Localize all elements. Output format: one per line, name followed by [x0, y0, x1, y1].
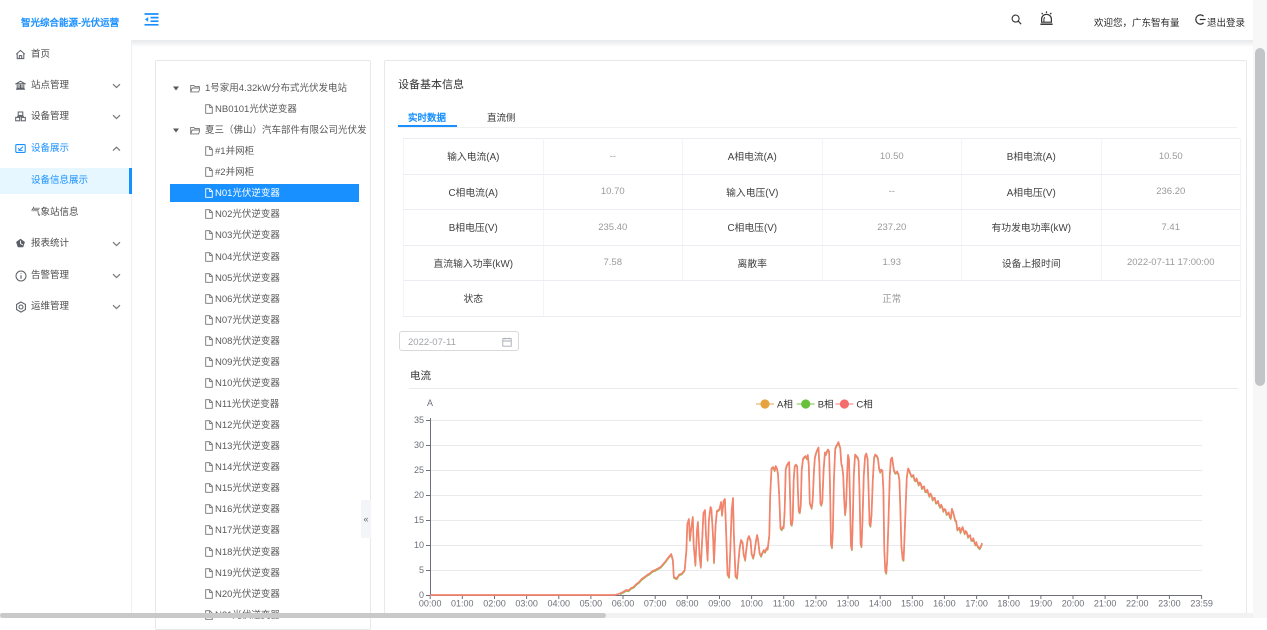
- svg-text:10:00: 10:00: [740, 599, 763, 609]
- svg-text:00:00: 00:00: [419, 599, 442, 609]
- svg-text:20:00: 20:00: [1062, 599, 1085, 609]
- svg-text:11:00: 11:00: [773, 599, 795, 609]
- svg-text:16:00: 16:00: [933, 599, 956, 609]
- svg-text:19:00: 19:00: [1030, 599, 1053, 609]
- svg-text:07:00: 07:00: [644, 599, 667, 609]
- svg-text:21:00: 21:00: [1094, 599, 1117, 609]
- svg-text:25: 25: [414, 465, 424, 475]
- svg-text:17:00: 17:00: [965, 599, 988, 609]
- svg-text:23:59: 23:59: [1190, 599, 1213, 609]
- svg-text:02:00: 02:00: [483, 599, 506, 609]
- svg-text:30: 30: [414, 440, 424, 450]
- svg-text:14:00: 14:00: [869, 599, 892, 609]
- svg-text:04:00: 04:00: [548, 599, 571, 609]
- svg-text:23:00: 23:00: [1158, 599, 1181, 609]
- svg-text:5: 5: [419, 565, 424, 575]
- svg-text:08:00: 08:00: [676, 599, 699, 609]
- svg-text:13:00: 13:00: [837, 599, 860, 609]
- svg-text:A: A: [427, 398, 433, 408]
- svg-text:22:00: 22:00: [1126, 599, 1149, 609]
- svg-text:15:00: 15:00: [901, 599, 924, 609]
- svg-text:12:00: 12:00: [805, 599, 828, 609]
- svg-text:05:00: 05:00: [580, 599, 603, 609]
- svg-text:C相: C相: [856, 399, 872, 411]
- svg-text:B相: B相: [818, 399, 834, 411]
- svg-text:03:00: 03:00: [515, 599, 538, 609]
- svg-text:18:00: 18:00: [997, 599, 1020, 609]
- svg-text:20: 20: [414, 490, 424, 500]
- svg-text:06:00: 06:00: [612, 599, 635, 609]
- svg-text:01:00: 01:00: [451, 599, 474, 609]
- svg-text:10: 10: [414, 540, 424, 550]
- svg-text:15: 15: [414, 515, 424, 525]
- svg-text:35: 35: [414, 415, 424, 425]
- svg-text:A相: A相: [777, 399, 793, 411]
- svg-text:09:00: 09:00: [708, 599, 731, 609]
